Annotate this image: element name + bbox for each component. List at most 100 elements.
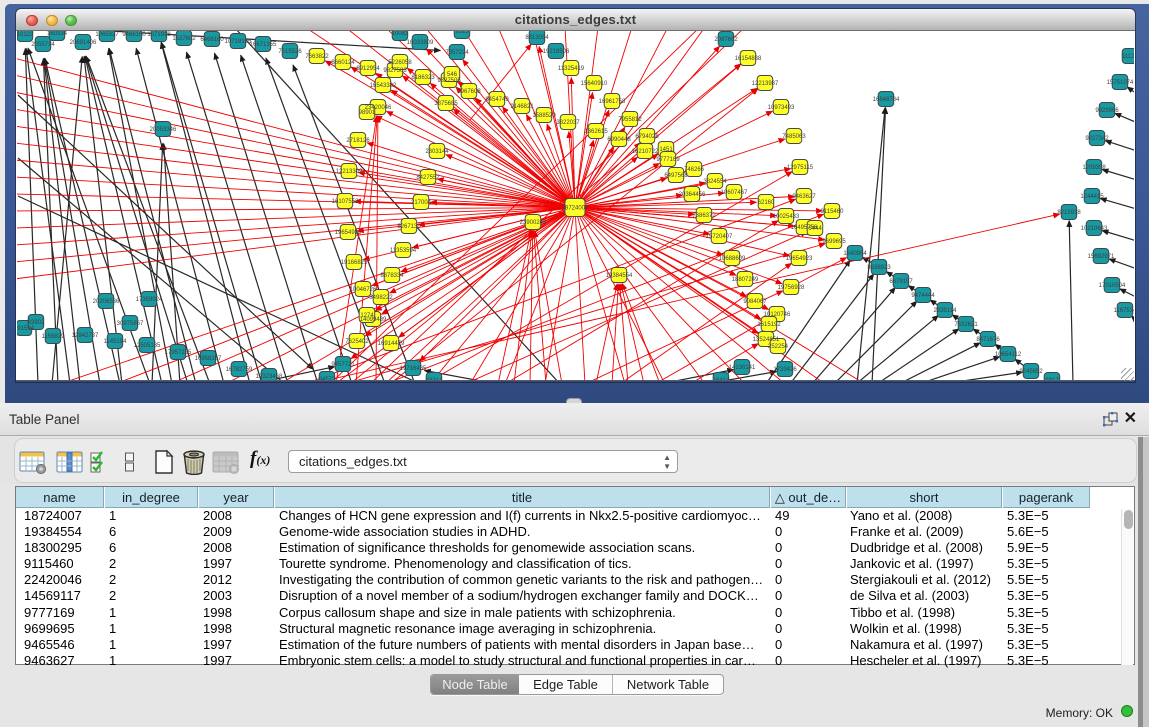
svg-text:12213309: 12213309 <box>336 169 363 175</box>
svg-text:7632621: 7632621 <box>954 322 978 328</box>
svg-text:18807249: 18807249 <box>732 277 759 283</box>
svg-text:1274: 1274 <box>360 313 374 319</box>
svg-text:9313: 9313 <box>455 31 469 35</box>
svg-text:19166825: 19166825 <box>341 260 368 266</box>
svg-text:217004: 217004 <box>411 200 432 206</box>
svg-text:19654925: 19654925 <box>335 230 362 236</box>
svg-text:19384554: 19384554 <box>606 273 633 279</box>
svg-text:12975115: 12975115 <box>787 165 814 171</box>
svg-text:11353594: 11353594 <box>390 248 417 254</box>
svg-text:12213987: 12213987 <box>752 81 779 87</box>
svg-text:9327505: 9327505 <box>437 78 461 84</box>
svg-text:16033809: 16033809 <box>407 40 434 46</box>
svg-text:9466160: 9466160 <box>122 32 146 38</box>
svg-text:1615192: 1615192 <box>757 322 781 328</box>
svg-text:1733426: 1733426 <box>773 367 797 373</box>
svg-text:6879197: 6879197 <box>889 279 913 285</box>
svg-text:98901: 98901 <box>359 110 376 116</box>
svg-text:11124: 11124 <box>1122 54 1134 60</box>
svg-text:2087662: 2087662 <box>714 37 738 43</box>
svg-text:1451: 1451 <box>659 147 673 153</box>
svg-text:23900243: 23900243 <box>520 220 547 226</box>
svg-text:17359924: 17359924 <box>136 297 163 303</box>
svg-text:19716485: 19716485 <box>400 366 427 372</box>
svg-text:2803144: 2803144 <box>425 149 449 155</box>
svg-text:3498222: 3498222 <box>369 295 393 301</box>
svg-text:14136141: 14136141 <box>729 365 756 371</box>
svg-text:10654112: 10654112 <box>995 352 1022 358</box>
svg-text:19218506: 19218506 <box>543 49 570 55</box>
svg-text:12505135: 12505135 <box>134 343 161 349</box>
svg-text:2055714: 2055714 <box>31 42 55 48</box>
svg-text:6466160: 6466160 <box>200 37 224 43</box>
svg-text:9084067: 9084067 <box>743 299 767 305</box>
svg-text:546: 546 <box>447 72 458 78</box>
svg-text:1588520: 1588520 <box>532 113 556 119</box>
svg-text:10719185: 10719185 <box>225 39 252 45</box>
svg-text:1167534: 1167534 <box>1114 308 1134 314</box>
svg-text:2935114: 2935114 <box>934 308 958 314</box>
svg-text:1244415: 1244415 <box>1080 194 1104 200</box>
svg-text:16154838: 16154838 <box>735 56 762 62</box>
svg-text:20364456: 20364456 <box>679 192 706 198</box>
svg-text:9699695: 9699695 <box>822 239 846 245</box>
svg-text:8813054: 8813054 <box>525 35 549 41</box>
svg-text:10688609: 10688609 <box>719 256 746 262</box>
svg-text:16782759: 16782759 <box>226 367 253 373</box>
svg-text:7386372: 7386372 <box>692 213 716 219</box>
svg-text:7515526: 7515526 <box>278 49 302 55</box>
svg-text:1209358: 1209358 <box>1082 165 1106 171</box>
svg-text:1640954: 1640954 <box>843 251 867 257</box>
svg-text:9827503: 9827503 <box>383 68 407 74</box>
svg-text:20053346: 20053346 <box>150 127 177 133</box>
svg-text:15640910: 15640910 <box>581 81 608 87</box>
svg-text:3822037: 3822037 <box>556 120 580 126</box>
svg-text:83314: 83314 <box>426 378 443 380</box>
svg-text:20691406: 20691406 <box>70 40 97 46</box>
svg-text:10083: 10083 <box>392 31 409 37</box>
svg-text:16414: 16414 <box>713 378 730 380</box>
svg-text:160334: 160334 <box>47 31 68 37</box>
svg-text:16107553: 16107553 <box>332 199 359 205</box>
svg-text:9115460: 9115460 <box>821 209 845 215</box>
svg-text:12323468: 12323468 <box>256 374 283 380</box>
svg-text:15751074: 15751074 <box>1107 80 1134 86</box>
svg-text:19654923: 19654923 <box>786 256 813 262</box>
svg-text:10120746: 10120746 <box>764 312 791 318</box>
svg-text:6794028: 6794028 <box>635 134 659 140</box>
svg-text:8186323: 8186323 <box>411 75 435 81</box>
svg-text:1065327: 1065327 <box>95 32 119 38</box>
svg-text:9227342: 9227342 <box>1085 136 1109 142</box>
svg-text:7663822: 7663822 <box>305 54 329 60</box>
svg-text:17010504: 17010504 <box>1099 283 1126 289</box>
svg-text:8215938: 8215938 <box>1057 210 1081 216</box>
svg-text:83902: 83902 <box>28 320 45 326</box>
svg-text:8427552: 8427552 <box>416 175 440 181</box>
svg-text:16210722: 16210722 <box>632 149 659 155</box>
svg-text:10973493: 10973493 <box>768 105 795 111</box>
svg-text:15720407: 15720407 <box>706 234 733 240</box>
svg-text:12942737: 12942737 <box>72 333 99 339</box>
svg-text:9245652: 9245652 <box>1019 369 1043 375</box>
svg-text:6990448: 6990448 <box>607 137 631 143</box>
svg-text:13524851: 13524851 <box>753 337 780 343</box>
svg-text:391594: 391594 <box>17 326 35 332</box>
svg-text:2718126: 2718126 <box>346 138 370 144</box>
svg-text:16648784: 16648784 <box>873 97 900 103</box>
svg-text:1362615: 1362615 <box>584 129 608 135</box>
svg-text:7485063: 7485063 <box>782 134 806 140</box>
svg-text:30975867: 30975867 <box>117 321 144 327</box>
svg-text:17957225: 17957225 <box>165 350 192 356</box>
svg-text:20206536: 20206536 <box>93 299 120 305</box>
svg-text:5226058: 5226058 <box>388 60 412 66</box>
svg-text:7625402: 7625402 <box>345 339 369 345</box>
svg-text:9317: 9317 <box>1045 378 1059 380</box>
svg-text:9457721: 9457721 <box>331 362 355 368</box>
svg-text:10025433: 10025433 <box>773 214 800 220</box>
svg-text:2967608: 2967608 <box>457 89 481 95</box>
svg-text:1527602: 1527602 <box>172 36 196 42</box>
svg-text:18724007: 18724007 <box>562 206 589 212</box>
svg-text:9146821: 9146821 <box>510 104 534 110</box>
svg-text:8938923: 8938923 <box>867 265 891 271</box>
svg-text:94572: 94572 <box>319 377 336 380</box>
